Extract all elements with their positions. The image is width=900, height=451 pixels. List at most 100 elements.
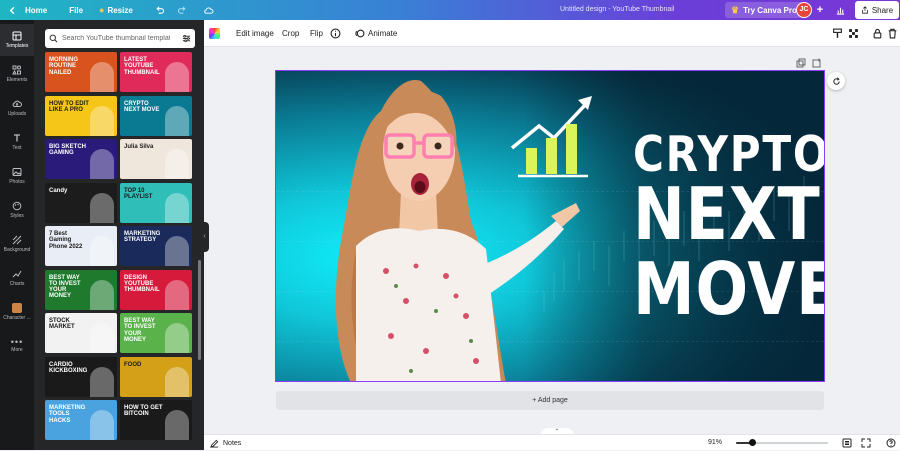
rail-item-text[interactable]: Text: [0, 126, 34, 158]
growth-chart-graphic[interactable]: [504, 81, 604, 191]
panel-scrollbar[interactable]: [198, 260, 201, 360]
template-thumbnail[interactable]: BIG SKETCH GAMING: [45, 139, 117, 179]
template-thumbnail[interactable]: HOW TO GET BITCOIN: [120, 400, 192, 440]
cloud-saved-icon[interactable]: [193, 0, 220, 20]
headline-next[interactable]: NEXT: [633, 178, 821, 250]
rail-item-charts[interactable]: Charts: [0, 262, 34, 294]
trash-icon[interactable]: [887, 28, 898, 39]
template-thumbnail-photo: [90, 192, 114, 223]
redo-button[interactable]: [170, 0, 193, 20]
notes-icon: [210, 439, 219, 448]
template-thumbnail-text: MORNING ROUTINE NAILED: [49, 57, 78, 76]
template-thumbnail[interactable]: MARKETING TOOLS HACKS: [45, 400, 117, 440]
template-thumbnail-photo: [90, 62, 114, 92]
rail-label: Uploads: [7, 111, 27, 117]
home-button[interactable]: Home: [23, 0, 53, 20]
notes-label: Notes: [223, 439, 242, 447]
search-box[interactable]: [45, 29, 195, 48]
rail-item-background[interactable]: Background: [0, 228, 34, 260]
cloud-icon: [204, 7, 214, 14]
design-title[interactable]: Untitled design - YouTube Thumbnail: [560, 0, 674, 20]
template-thumbnail[interactable]: 7 Best Gaming Phone 2022: [45, 226, 117, 266]
template-thumbnail[interactable]: LATEST YOUTUBE THUMBNAIL: [120, 52, 192, 92]
color-picker[interactable]: [209, 28, 220, 39]
template-thumbnail-photo: [165, 366, 189, 397]
template-thumbnail[interactable]: STOCK MARKET: [45, 313, 117, 353]
edit-image-button[interactable]: Edit image: [236, 20, 274, 47]
flip-button[interactable]: Flip: [310, 20, 323, 47]
crown-icon: ♛: [731, 4, 740, 15]
share-button[interactable]: Share: [855, 1, 899, 19]
template-thumbnail[interactable]: CARDIO KICKBOXING: [45, 356, 117, 397]
search-icon: [49, 34, 58, 43]
template-thumbnail[interactable]: DESIGN YOUTUBE THUMBNAIL: [120, 269, 192, 310]
template-thumbnail[interactable]: Julia Silva: [120, 139, 192, 179]
chart-bar: [546, 138, 557, 174]
add-page-button[interactable]: + Add page: [276, 391, 824, 410]
headline-move[interactable]: MOVE: [633, 253, 824, 325]
template-thumbnail-text: HOW TO EDIT LIKE A PRO: [49, 100, 89, 113]
duplicate-page-icon[interactable]: [796, 58, 806, 68]
file-menu[interactable]: File: [53, 0, 89, 20]
filter-icon[interactable]: [182, 34, 191, 43]
rail-label: Styles: [10, 213, 24, 219]
try-canva-pro-button[interactable]: ♛ Try Canva Pro: [725, 2, 803, 18]
fullscreen-icon[interactable]: [861, 438, 871, 448]
rail-item-character[interactable]: Character ...: [0, 296, 34, 328]
template-thumbnail-text: Julia Silva: [124, 144, 154, 150]
template-thumbnail[interactable]: MORNING ROUTINE NAILED: [45, 52, 117, 92]
rail-item-styles[interactable]: Styles: [0, 194, 34, 226]
template-thumbnail[interactable]: Candy: [45, 182, 117, 223]
template-thumbnail-text: DESIGN YOUTUBE THUMBNAIL: [124, 274, 160, 294]
template-thumbnail[interactable]: BEST WAY TO INVEST YOUR MONEY: [45, 269, 117, 310]
bar-chart-icon: [836, 7, 844, 15]
paint-roller-icon[interactable]: [832, 28, 843, 39]
info-icon[interactable]: [330, 28, 341, 39]
design-canvas[interactable]: CRYPTO NEXT MOVE: [275, 70, 825, 382]
refresh-icon: [832, 76, 840, 85]
try-pro-label: Try Canva Pro: [743, 5, 797, 15]
resize-button[interactable]: ● Resize: [89, 0, 139, 20]
template-thumbnail[interactable]: BEST WAY TO INVEST YOUR MONEY: [120, 313, 192, 353]
template-thumbnail-text: Candy: [49, 187, 68, 194]
zoom-slider[interactable]: [736, 439, 828, 446]
transparency-icon[interactable]: [848, 28, 859, 39]
rail-item-templates[interactable]: Templates: [0, 24, 34, 56]
collapse-panel-button[interactable]: ‹: [200, 222, 209, 252]
crop-button[interactable]: Crop: [282, 20, 299, 47]
template-thumbnail-photo: [165, 192, 189, 223]
zoom-slider-knob[interactable]: [749, 439, 757, 446]
notes-button[interactable]: Notes: [210, 435, 241, 451]
animate-button[interactable]: Animate: [368, 20, 397, 47]
template-thumbnail[interactable]: MARKETING STRATEGY: [120, 226, 192, 266]
back-button[interactable]: [0, 0, 23, 20]
bottom-bar: Notes 91%: [204, 434, 900, 450]
rail-label: Text: [12, 145, 22, 151]
zoom-level[interactable]: 91%: [708, 435, 722, 451]
undo-button[interactable]: [139, 0, 170, 20]
add-collaborator-button[interactable]: +: [814, 2, 826, 18]
rail-item-more[interactable]: ••• More: [0, 330, 34, 362]
template-thumbnail-text: BEST WAY TO INVEST YOUR MONEY: [49, 274, 81, 300]
rail-item-photos[interactable]: Photos: [0, 160, 34, 192]
template-thumbnail-photo: [90, 279, 114, 310]
lock-icon[interactable]: [872, 28, 883, 39]
avatar[interactable]: JC: [796, 2, 812, 18]
template-thumbnail[interactable]: CRYPTO NEXT MOVE: [120, 95, 192, 136]
template-thumbnail[interactable]: FOOD: [120, 356, 192, 397]
rotate-button[interactable]: [827, 72, 845, 90]
rail-label: More: [11, 347, 23, 353]
search-input[interactable]: [62, 35, 170, 42]
template-thumbnail-text: TOP 10 PLAYLIST: [124, 187, 153, 200]
rail-item-uploads[interactable]: Uploads: [0, 92, 34, 124]
rail-item-elements[interactable]: Elements: [0, 58, 34, 90]
template-thumbnail-text: STOCK MARKET: [49, 318, 75, 331]
help-icon[interactable]: [886, 438, 896, 448]
template-thumbnail[interactable]: HOW TO EDIT LIKE A PRO: [45, 95, 117, 136]
template-thumbnail-photo: [90, 366, 114, 397]
charts-icon: [12, 270, 22, 278]
add-page-icon[interactable]: [812, 58, 822, 68]
insights-button[interactable]: [832, 2, 848, 18]
page-grid-icon[interactable]: [842, 438, 852, 448]
template-thumbnail[interactable]: TOP 10 PLAYLIST: [120, 182, 192, 223]
